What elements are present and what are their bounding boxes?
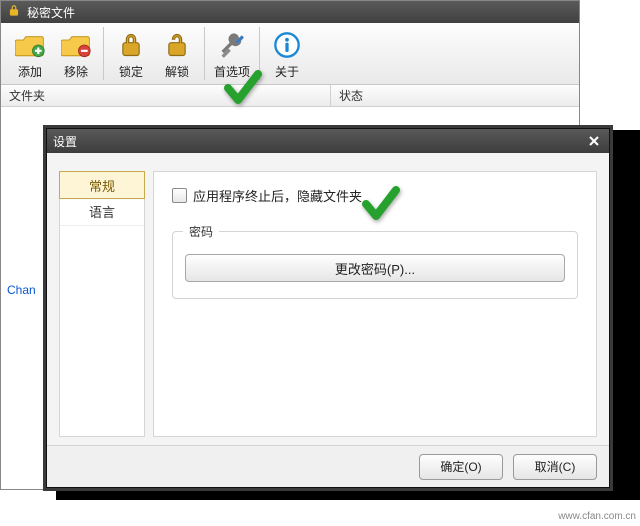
watermark: www.cfan.com.cn — [558, 511, 636, 522]
tab-language[interactable]: 语言 — [60, 198, 144, 226]
col-folder[interactable]: 文件夹 — [1, 85, 331, 106]
info-icon — [271, 29, 303, 61]
remove-folder-icon — [60, 29, 92, 61]
change-password-button[interactable]: 更改密码(P)... — [185, 254, 565, 282]
close-icon — [588, 135, 600, 147]
settings-dialog: 设置 常规 语言 应用程序终止后，隐藏文件夹 密码 更改密码(P)... 确定(… — [46, 128, 610, 488]
hide-on-exit-row[interactable]: 应用程序终止后，隐藏文件夹 — [172, 186, 578, 205]
main-title-bar: 秘密文件 — [1, 1, 579, 23]
add-label: 添加 — [18, 63, 42, 80]
list-item[interactable]: Chan — [7, 283, 36, 297]
about-label: 关于 — [275, 63, 299, 80]
dialog-footer: 确定(O) 取消(C) — [47, 445, 609, 487]
dialog-title-bar: 设置 — [47, 129, 609, 153]
prefs-label: 首选项 — [214, 63, 250, 80]
bg-panel2 — [56, 488, 640, 500]
unlock-button[interactable]: 解锁 — [154, 27, 200, 81]
lock-closed-icon — [115, 29, 147, 61]
unlock-label: 解锁 — [165, 63, 189, 80]
hide-on-exit-checkbox[interactable] — [172, 188, 187, 203]
dialog-body: 常规 语言 应用程序终止后，隐藏文件夹 密码 更改密码(P)... — [47, 153, 609, 445]
ok-button[interactable]: 确定(O) — [419, 454, 503, 480]
add-folder-icon — [14, 29, 46, 61]
remove-label: 移除 — [64, 63, 88, 80]
toolbar: 添加 移除 锁定 — [1, 23, 579, 85]
column-headers: 文件夹 状态 — [1, 85, 579, 107]
settings-tabs: 常规 语言 — [59, 171, 145, 437]
lock-button[interactable]: 锁定 — [108, 27, 154, 81]
password-fieldset: 密码 更改密码(P)... — [172, 231, 578, 299]
main-window-title: 秘密文件 — [27, 4, 75, 21]
lock-label: 锁定 — [119, 63, 143, 80]
tab-general[interactable]: 常规 — [59, 171, 145, 199]
close-button[interactable] — [585, 133, 603, 149]
dialog-title: 设置 — [53, 133, 77, 150]
cancel-button[interactable]: 取消(C) — [513, 454, 597, 480]
about-button[interactable]: 关于 — [264, 27, 310, 81]
tools-icon — [216, 29, 248, 61]
password-legend: 密码 — [183, 223, 219, 240]
lock-icon — [7, 4, 21, 21]
col-status[interactable]: 状态 — [331, 87, 579, 104]
settings-panel: 应用程序终止后，隐藏文件夹 密码 更改密码(P)... — [153, 171, 597, 437]
lock-open-icon — [161, 29, 193, 61]
remove-button[interactable]: 移除 — [53, 27, 99, 81]
hide-on-exit-label: 应用程序终止后，隐藏文件夹 — [193, 186, 362, 205]
add-button[interactable]: 添加 — [7, 27, 53, 81]
prefs-button[interactable]: 首选项 — [209, 27, 255, 81]
